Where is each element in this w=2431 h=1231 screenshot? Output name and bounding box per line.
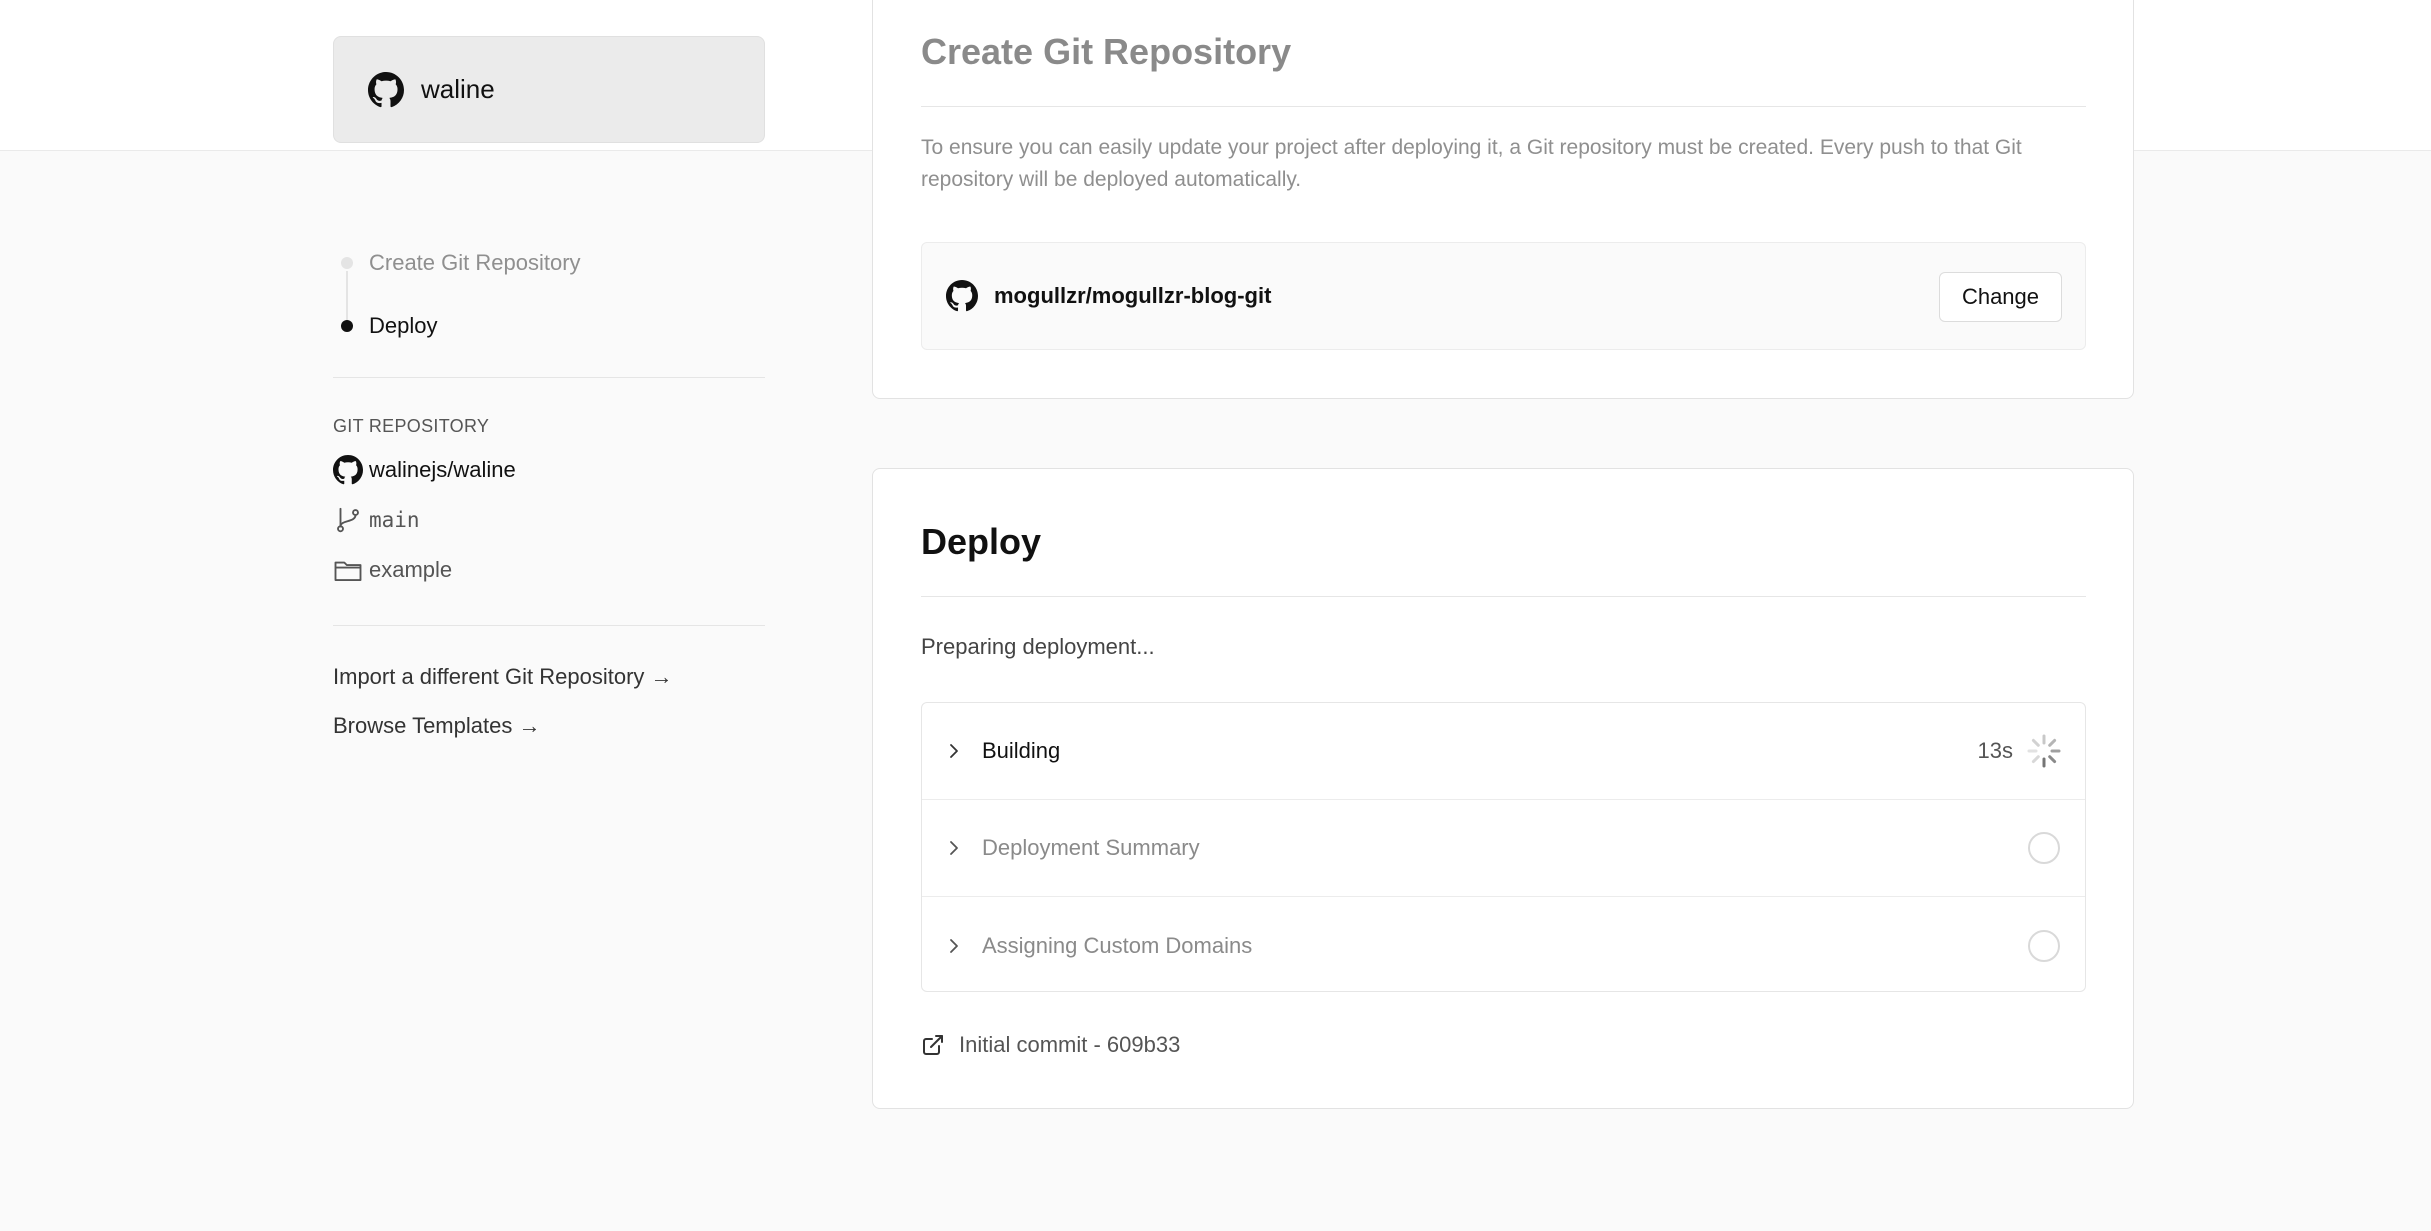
github-icon [946, 280, 978, 312]
git-repo-name: walinejs/waline [369, 457, 516, 482]
divider [921, 596, 2086, 597]
deploy-card: Deploy Preparing deployment... Building … [872, 468, 2134, 1109]
card-title: Deploy [921, 521, 1042, 562]
commit-link[interactable]: Initial commit - 609b33 [921, 1032, 1180, 1058]
project-card: waline [333, 36, 765, 143]
git-directory-row: example [333, 553, 516, 587]
git-directory-name: example [369, 557, 453, 582]
step-dot [341, 257, 353, 269]
step-label: Deploy [369, 313, 438, 338]
left-links: Import a different Git Repository → Brow… [333, 660, 673, 758]
deploy-step-building[interactable]: Building 13s [922, 703, 2085, 800]
git-branch-row: main [333, 503, 516, 537]
progress-steps: Create Git Repository Deploy [333, 246, 765, 372]
folder-icon [334, 561, 362, 581]
change-repo-button[interactable]: Change [1939, 272, 2062, 322]
created-repo-name: mogullzr/mogullzr-blog-git [994, 283, 1272, 308]
spinner-icon [2027, 734, 2061, 768]
create-git-repository-card: Create Git Repository To ensure you can … [872, 0, 2134, 399]
create-repo-description: To ensure you can easily update your pro… [921, 136, 2022, 191]
commit-label: Initial commit - 609b33 [959, 1032, 1181, 1057]
git-repository-heading: GIT REPOSITORY [333, 416, 490, 436]
card-title: Create Git Repository [921, 31, 1292, 72]
created-repo-box: mogullzr/mogullzr-blog-git Change [921, 242, 2086, 350]
browse-templates-link[interactable]: Browse Templates → [333, 709, 673, 743]
deploy-status-text: Preparing deployment... [921, 634, 1155, 659]
git-branch-name: main [369, 508, 420, 532]
deploy-step-summary[interactable]: Deployment Summary [922, 800, 2085, 897]
pending-circle-icon [2028, 929, 2060, 962]
git-repo-row: walinejs/waline [333, 453, 516, 487]
github-icon [333, 455, 363, 485]
deploy-step-label: Deployment Summary [982, 835, 1200, 860]
step-label: Create Git Repository [369, 250, 581, 275]
deploy-step-custom-domains[interactable]: Assigning Custom Domains [922, 897, 2085, 991]
build-elapsed-time: 13s [1977, 738, 2013, 763]
divider [333, 625, 765, 626]
chevron-right-icon [950, 938, 958, 953]
external-link-icon [923, 1035, 943, 1055]
deploy-step-label: Building [982, 738, 1061, 763]
github-icon [368, 71, 404, 107]
step-create-git-repository: Create Git Repository [333, 246, 765, 280]
step-dot-active [341, 320, 353, 332]
deploy-step-label: Assigning Custom Domains [982, 932, 1253, 958]
import-different-repo-link[interactable]: Import a different Git Repository → [333, 660, 673, 694]
git-repository-section: GIT REPOSITORY walinejs/waline main exam… [333, 416, 516, 587]
project-name: waline [421, 74, 495, 104]
divider [333, 377, 765, 378]
step-deploy: Deploy [333, 309, 765, 343]
chevron-right-icon [950, 744, 958, 758]
pending-circle-icon [2028, 832, 2060, 864]
chevron-right-icon [950, 841, 958, 855]
deploy-steps-list: Building 13s Deployment Summary Assignin… [921, 702, 2086, 992]
divider [921, 106, 2086, 107]
git-branch-icon [337, 507, 359, 533]
